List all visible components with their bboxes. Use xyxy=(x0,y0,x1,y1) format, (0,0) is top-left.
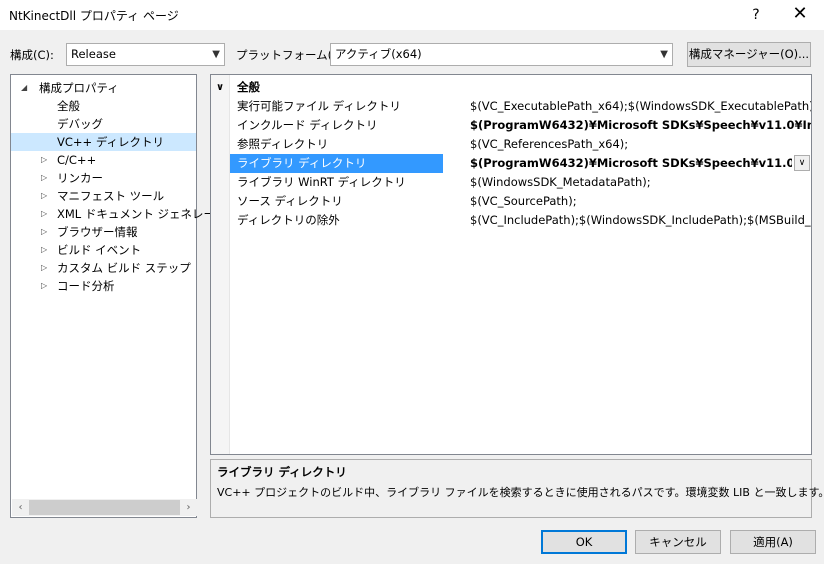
tree-item[interactable]: ▷ C/C++ xyxy=(11,151,196,169)
scroll-right-icon[interactable]: › xyxy=(180,499,197,516)
property-name: 実行可能ファイル ディレクトリ xyxy=(237,99,401,113)
chevron-down-icon: ▼ xyxy=(212,49,220,60)
collapsed-arrow-icon[interactable]: ▷ xyxy=(41,187,47,205)
horizontal-scrollbar[interactable]: ‹ › xyxy=(12,499,197,516)
close-button[interactable]: ✕ xyxy=(786,4,814,26)
property-value[interactable]: $(WindowsSDK_MetadataPath); xyxy=(470,173,811,192)
grid-row[interactable]: ライブラリ ディレクトリ $(ProgramW6432)¥Microsoft SD… xyxy=(211,154,811,173)
description-panel: ライブラリ ディレクトリ VC++ プロジェクトのビルド中、ライブラリ ファイル… xyxy=(210,459,824,518)
collapsed-arrow-icon[interactable]: ▷ xyxy=(41,151,47,169)
property-grid: ∨ 全般 実行可能ファイル ディレクトリ $(VC_ExecutablePath_… xyxy=(210,74,812,455)
property-value[interactable]: $(VC_ExecutablePath_x64);$(WindowsSDK_Ex… xyxy=(470,97,811,116)
property-name: インクルード ディレクトリ xyxy=(237,118,378,132)
tree-item[interactable]: 全般 xyxy=(11,97,196,115)
property-name: ライブラリ WinRT ディレクトリ xyxy=(237,175,406,189)
cancel-button[interactable]: キャンセル xyxy=(635,530,721,554)
collapsed-arrow-icon[interactable]: ▷ xyxy=(41,205,47,223)
scroll-left-icon[interactable]: ‹ xyxy=(12,499,29,516)
collapse-chevron-icon[interactable]: ∨ xyxy=(216,78,224,97)
collapsed-arrow-icon[interactable]: ▷ xyxy=(41,241,47,259)
tree-item[interactable]: ▷ コード分析 xyxy=(11,277,196,295)
tree-item-label: コード分析 xyxy=(57,279,115,293)
config-dropdown[interactable]: Release ▼ xyxy=(66,43,225,66)
property-value[interactable]: $(VC_ReferencesPath_x64); xyxy=(470,135,811,154)
ok-button[interactable]: OK xyxy=(541,530,627,554)
tree-item-label: C/C++ xyxy=(57,153,97,167)
value-dropdown-chevron-icon[interactable]: ∨ xyxy=(794,155,810,171)
tree-item[interactable]: デバッグ xyxy=(11,115,196,133)
platform-value: アクティブ(x64) xyxy=(335,47,422,61)
tree-item-label: カスタム ビルド ステップ xyxy=(57,261,191,275)
collapsed-arrow-icon[interactable]: ▷ xyxy=(41,169,47,187)
tree-item[interactable]: ▷ カスタム ビルド ステップ xyxy=(11,259,196,277)
tree-item-label: 構成プロパティ xyxy=(39,81,119,95)
property-value[interactable]: $(ProgramW6432)¥Microsoft SDKs¥Speech¥v1… xyxy=(470,154,792,173)
tree-item-label: リンカー xyxy=(57,171,103,185)
grid-row[interactable]: ディレクトリの除外 $(VC_IncludePath);$(WindowsSDK_… xyxy=(211,211,811,230)
config-value: Release xyxy=(71,47,116,61)
grid-row[interactable]: ソース ディレクトリ $(VC_SourcePath); xyxy=(211,192,811,211)
tree-item-label: VC++ ディレクトリ xyxy=(57,135,165,149)
grid-row[interactable]: 参照ディレクトリ $(VC_ReferencesPath_x64); xyxy=(211,135,811,154)
tree-item[interactable]: ▷ ビルド イベント xyxy=(11,241,196,259)
grid-row[interactable]: 実行可能ファイル ディレクトリ $(VC_ExecutablePath_x64);… xyxy=(211,97,811,116)
tree-item[interactable]: ▷ XML ドキュメント ジェネレーター xyxy=(11,205,238,223)
help-button[interactable]: ? xyxy=(744,4,768,26)
property-name: 参照ディレクトリ xyxy=(237,137,329,151)
tree-item[interactable]: ▷ ブラウザー情報 xyxy=(11,223,196,241)
grid-section-header[interactable]: ∨ 全般 xyxy=(211,78,811,97)
scroll-thumb[interactable] xyxy=(29,500,180,515)
tree-item-label: ブラウザー情報 xyxy=(57,225,138,239)
platform-dropdown[interactable]: アクティブ(x64) ▼ xyxy=(330,43,673,66)
property-tree: ◢ 構成プロパティ全般デバッグ VC++ ディレクトリ ▷ C/C++ ▷ リンカー ▷ マニフ… xyxy=(10,74,238,518)
grid-row[interactable]: インクルード ディレクトリ $(ProgramW6432)¥Microsoft S… xyxy=(211,116,811,135)
tree-item[interactable]: ▷ マニフェスト ツール xyxy=(11,187,196,205)
tree-item-label: ビルド イベント xyxy=(57,243,142,257)
tree-item[interactable]: ◢ 構成プロパティ xyxy=(11,79,196,97)
tree-item[interactable]: ▷ リンカー xyxy=(11,169,196,187)
config-manager-button[interactable]: 構成マネージャー(O)... xyxy=(687,42,811,67)
property-value[interactable]: $(VC_IncludePath);$(WindowsSDK_IncludePa… xyxy=(470,211,811,230)
property-value[interactable]: $(ProgramW6432)¥Microsoft SDKs¥Speech¥v1… xyxy=(470,116,811,135)
window-title: NtKinectDll プロパティ ページ xyxy=(9,9,179,23)
chevron-down-icon: ▼ xyxy=(660,49,668,60)
expanded-arrow-icon[interactable]: ◢ xyxy=(21,79,27,97)
property-value[interactable]: $(VC_SourcePath); xyxy=(470,192,811,211)
title-bar: NtKinectDll プロパティ ページ ? ✕ xyxy=(0,0,824,30)
property-name: ディレクトリの除外 xyxy=(237,213,340,227)
tree-item[interactable]: VC++ ディレクトリ xyxy=(11,133,196,151)
description-text: VC++ プロジェクトのビルド中、ライブラリ ファイルを検索するときに使用される… xyxy=(217,486,824,499)
tree-item-label: マニフェスト ツール xyxy=(57,189,165,203)
collapsed-arrow-icon[interactable]: ▷ xyxy=(41,223,47,241)
property-name: ライブラリ ディレクトリ xyxy=(230,154,443,173)
collapsed-arrow-icon[interactable]: ▷ xyxy=(41,277,47,295)
grid-row[interactable]: ライブラリ WinRT ディレクトリ $(WindowsSDK_MetadataP… xyxy=(211,173,811,192)
description-title: ライブラリ ディレクトリ xyxy=(217,465,347,479)
apply-button[interactable]: 適用(A) xyxy=(730,530,816,554)
property-name: ソース ディレクトリ xyxy=(237,194,343,208)
tree-item-label: デバッグ xyxy=(57,117,103,131)
config-label: 構成(C): xyxy=(10,48,54,62)
tree-item-label: 全般 xyxy=(57,99,80,113)
section-label: 全般 xyxy=(237,80,260,94)
collapsed-arrow-icon[interactable]: ▷ xyxy=(41,259,47,277)
